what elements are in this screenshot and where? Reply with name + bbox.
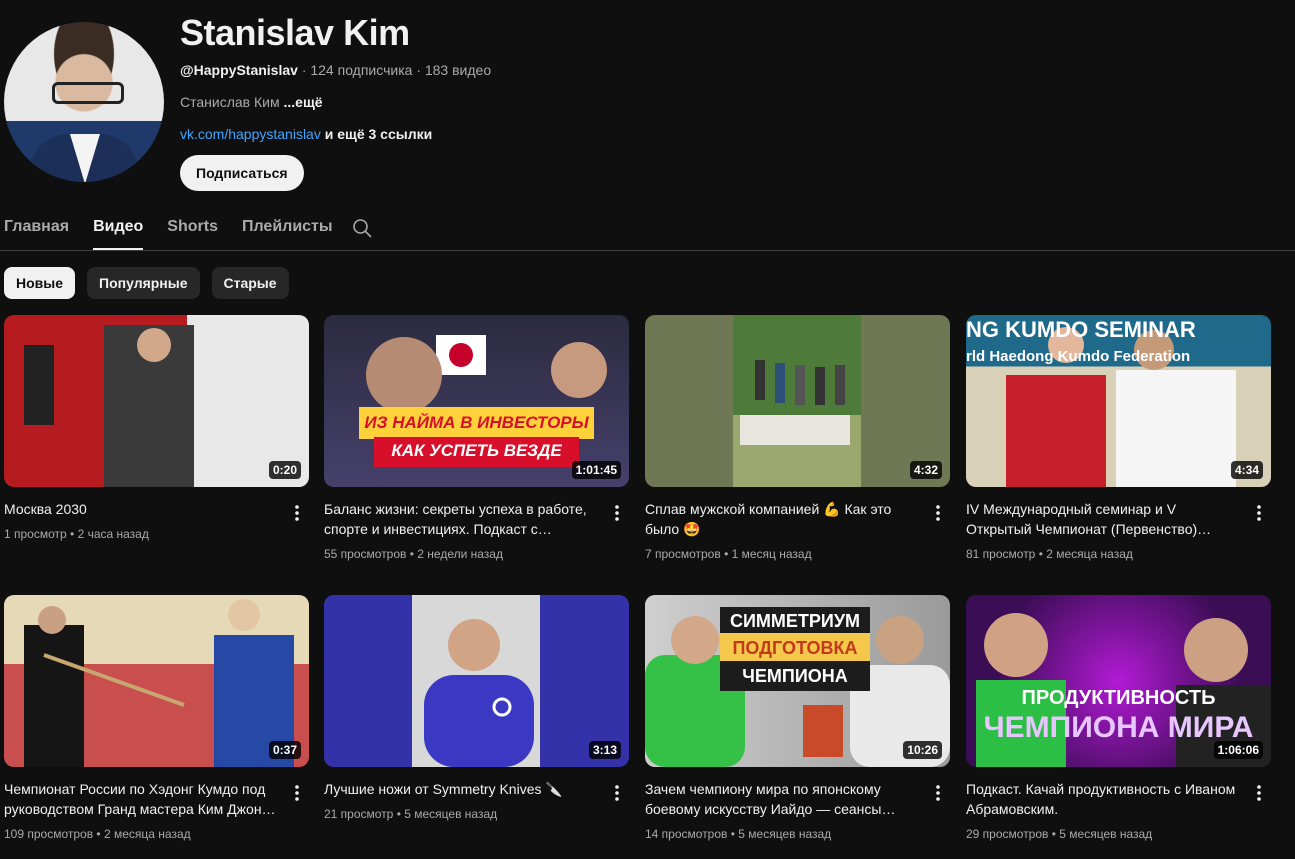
tab-home[interactable]: Главная bbox=[4, 204, 69, 250]
chip-popular[interactable]: Популярные bbox=[87, 267, 200, 299]
video-thumbnail[interactable]: ПРОДУКТИВНОСТЬ ЧЕМПИОНА МИРА 1:06:06 bbox=[966, 595, 1271, 767]
video-thumbnail[interactable]: 0:20 bbox=[4, 315, 309, 487]
thumbnail-subheadline: ПОДГОТОВКА bbox=[732, 638, 858, 658]
video-thumbnail[interactable]: СИММЕТРИУМ ПОДГОТОВКА ЧЕМПИОНА 10:26 bbox=[645, 595, 950, 767]
video-stats: 81 просмотр • 2 месяца назад bbox=[966, 547, 1133, 561]
avatar-glasses bbox=[52, 82, 124, 104]
more-options-icon[interactable] bbox=[605, 501, 629, 525]
upload-age: 5 месяцев назад bbox=[1059, 827, 1153, 841]
more-options-icon[interactable] bbox=[285, 781, 309, 805]
upload-age: 2 месяца назад bbox=[103, 827, 191, 841]
upload-age: 5 месяцев назад bbox=[404, 807, 498, 821]
thumbnail-headline: СИММЕТРИУМ bbox=[729, 611, 861, 631]
video-stats: 29 просмотров • 5 месяцев назад bbox=[966, 827, 1153, 841]
upload-age: 2 месяца назад bbox=[1046, 547, 1133, 561]
sort-chips: Новые Популярные Старые bbox=[4, 267, 289, 299]
more-options-icon[interactable] bbox=[605, 781, 629, 805]
channel-name: Stanislav Kim bbox=[180, 12, 410, 53]
tab-videos[interactable]: Видео bbox=[93, 204, 144, 250]
thumbnail-banner-sub: rld Haedong Kumdo Federation bbox=[966, 348, 1191, 365]
video-stats: 7 просмотров • 1 месяц назад bbox=[645, 547, 812, 561]
upload-age: 5 месяцев назад bbox=[738, 827, 832, 841]
video-stats: 21 просмотр • 5 месяцев назад bbox=[324, 807, 498, 821]
view-count: 29 просмотров bbox=[966, 827, 1049, 841]
more-options-icon[interactable] bbox=[926, 501, 950, 525]
thumbnail-subheadline: КАК УСПЕТЬ ВЕЗДЕ bbox=[391, 441, 562, 460]
video-duration: 0:37 bbox=[268, 741, 301, 759]
view-count: 55 просмотров bbox=[324, 547, 407, 561]
subscriber-count: · 124 подписчика bbox=[301, 62, 413, 78]
search-icon[interactable] bbox=[352, 218, 372, 238]
more-options-icon[interactable] bbox=[1247, 781, 1271, 805]
more-links[interactable]: и ещё 3 ссылки bbox=[325, 126, 432, 142]
view-count: 21 просмотр bbox=[324, 807, 394, 821]
chip-newest[interactable]: Новые bbox=[4, 267, 76, 299]
channel-tabs: Главная Видео Shorts Плейлисты bbox=[4, 204, 357, 250]
thumbnail-subheadline-2: ЧЕМПИОНА bbox=[742, 666, 848, 686]
video-title[interactable]: IV Международный семинар и V Открытый Че… bbox=[966, 499, 1242, 539]
channel-link[interactable]: vk.com/happystanislav bbox=[180, 126, 321, 142]
video-stats: 1 просмотр • 2 часа назад bbox=[4, 527, 149, 541]
video-duration: 0:20 bbox=[268, 461, 301, 479]
video-thumbnail[interactable]: 3:13 bbox=[324, 595, 629, 767]
channel-avatar[interactable] bbox=[4, 22, 164, 182]
video-duration: 1:01:45 bbox=[571, 461, 621, 479]
video-stats: 109 просмотров • 2 месяца назад bbox=[4, 827, 191, 841]
subscribe-button[interactable]: Подписаться bbox=[180, 155, 304, 191]
channel-description[interactable]: Станислав Ким ...ещё bbox=[180, 94, 323, 110]
video-duration: 3:13 bbox=[588, 741, 621, 759]
tab-shorts[interactable]: Shorts bbox=[167, 204, 218, 250]
video-duration: 10:26 bbox=[903, 741, 942, 759]
upload-age: 2 часа назад bbox=[77, 527, 149, 541]
video-thumbnail[interactable]: 0:37 bbox=[4, 595, 309, 767]
view-count: 109 просмотров bbox=[4, 827, 94, 841]
upload-age: 1 месяц назад bbox=[731, 547, 812, 561]
video-title[interactable]: Чемпионат России по Хэдонг Кумдо под рук… bbox=[4, 779, 280, 819]
video-duration: 4:32 bbox=[909, 461, 942, 479]
description-text: Станислав Ким bbox=[180, 94, 280, 110]
thumbnail-subheadline: ЧЕМПИОНА МИРА bbox=[983, 711, 1254, 744]
tabs-divider bbox=[0, 250, 1295, 251]
video-thumbnail[interactable]: 4:32 bbox=[645, 315, 950, 487]
upload-age: 2 недели назад bbox=[417, 547, 503, 561]
video-title[interactable]: Подкаст. Качай продуктивность с Иваном А… bbox=[966, 779, 1242, 819]
thumbnail-headline: ПРОДУКТИВНОСТЬ bbox=[1021, 687, 1216, 709]
channel-meta: @HappyStanislav · 124 подписчика · 183 в… bbox=[180, 62, 491, 78]
video-title[interactable]: Сплав мужской компанией 💪 Как это было 🤩 bbox=[645, 499, 921, 539]
video-duration: 1:06:06 bbox=[1213, 741, 1263, 759]
view-count: 1 просмотр bbox=[4, 527, 67, 541]
video-title[interactable]: Москва 2030 bbox=[4, 499, 280, 519]
view-count: 81 просмотр bbox=[966, 547, 1036, 561]
video-stats: 55 просмотров • 2 недели назад bbox=[324, 547, 503, 561]
video-duration: 4:34 bbox=[1230, 461, 1263, 479]
view-count: 14 просмотров bbox=[645, 827, 728, 841]
thumbnail-banner: NG KUMDO SEMINAR bbox=[966, 317, 1196, 342]
view-count: 7 просмотров bbox=[645, 547, 721, 561]
channel-links: vk.com/happystanislav и ещё 3 ссылки bbox=[180, 126, 432, 142]
video-title[interactable]: Зачем чемпиону мира по японскому боевому… bbox=[645, 779, 921, 819]
chip-oldest[interactable]: Старые bbox=[211, 267, 289, 299]
video-title[interactable]: Лучшие ножи от Symmetry Knives 🔪 bbox=[324, 779, 600, 799]
more-options-icon[interactable] bbox=[285, 501, 309, 525]
tab-playlists[interactable]: Плейлисты bbox=[242, 204, 333, 250]
video-stats: 14 просмотров • 5 месяцев назад bbox=[645, 827, 832, 841]
more-options-icon[interactable] bbox=[1247, 501, 1271, 525]
channel-handle[interactable]: @HappyStanislav bbox=[180, 62, 298, 78]
thumbnail-headline: ИЗ НАЙМА В ИНВЕСТОРЫ bbox=[364, 413, 589, 432]
description-more-link[interactable]: ...ещё bbox=[283, 94, 322, 110]
video-thumbnail[interactable]: ИЗ НАЙМА В ИНВЕСТОРЫ КАК УСПЕТЬ ВЕЗДЕ 1:… bbox=[324, 315, 629, 487]
video-count: · 183 видео bbox=[416, 62, 492, 78]
more-options-icon[interactable] bbox=[926, 781, 950, 805]
video-title[interactable]: Баланс жизни: секреты успеха в работе, с… bbox=[324, 499, 600, 539]
video-thumbnail[interactable]: NG KUMDO SEMINAR rld Haedong Kumdo Feder… bbox=[966, 315, 1271, 487]
